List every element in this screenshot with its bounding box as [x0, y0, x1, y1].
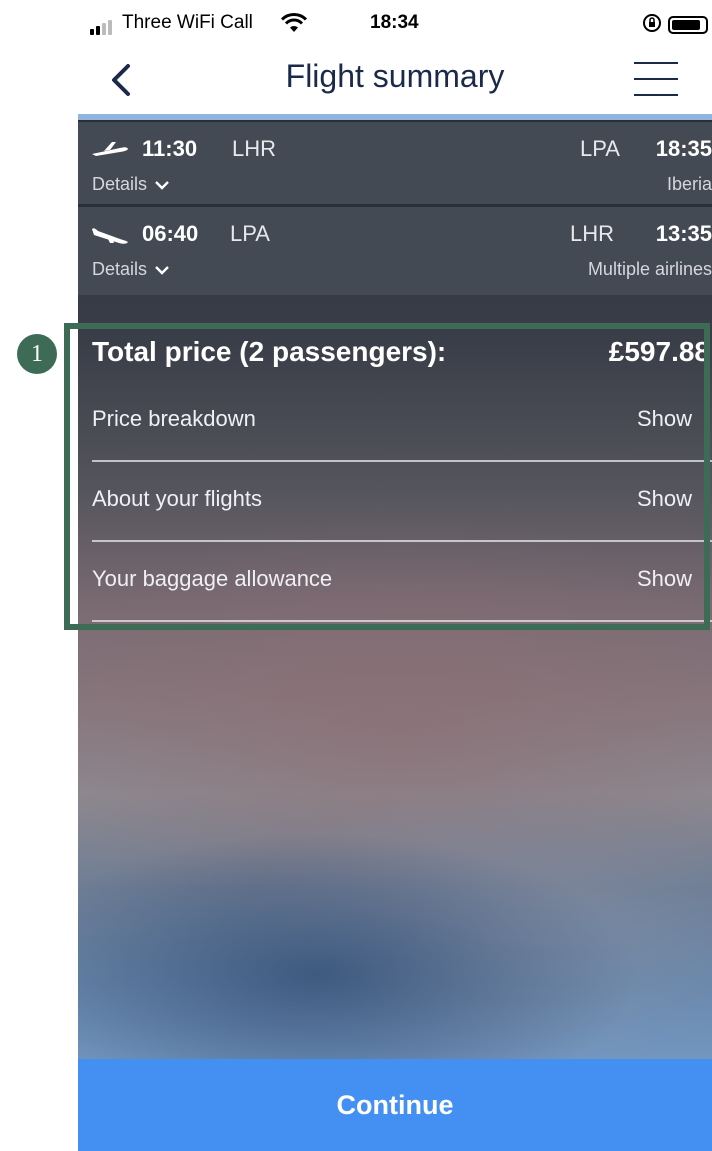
annotation-marker: 1 [17, 334, 57, 374]
arrival-airport: LHR [570, 221, 615, 246]
flight-row-outbound[interactable]: 11:30 LHR LPA 18:35 Details Iberia [78, 122, 712, 204]
arrival-plane-icon [92, 228, 128, 244]
chevron-down-icon [155, 266, 169, 275]
wifi-icon [281, 13, 307, 32]
arrival-time: 13:35 [655, 221, 712, 246]
annotation-highlight-box [64, 323, 710, 630]
departure-time: 11:30 [142, 136, 198, 161]
chevron-down-icon [155, 181, 169, 190]
nav-header: Flight summary [78, 48, 712, 114]
departure-airport: LPA [230, 221, 270, 246]
airline-name: Iberia [666, 174, 712, 194]
arrival-time: 18:35 [655, 136, 712, 161]
status-bar: Three WiFi Call 18:34 [78, 0, 712, 48]
page-title: Flight summary [285, 58, 505, 94]
flight-row-return[interactable]: 06:40 LPA LHR 13:35 Details Multiple air… [78, 207, 712, 295]
arrival-airport: LPA [580, 136, 620, 161]
continue-button[interactable]: Continue [78, 1059, 712, 1151]
hamburger-menu-icon[interactable] [630, 58, 682, 102]
departure-time: 06:40 [142, 221, 199, 246]
signal-icon [90, 20, 112, 35]
details-label: Details [92, 259, 148, 279]
rotation-lock-icon [643, 14, 661, 32]
departure-airport: LHR [232, 136, 277, 161]
status-time: 18:34 [370, 12, 419, 33]
battery-icon [668, 16, 708, 34]
carrier-name: Three WiFi Call [122, 12, 253, 33]
details-label: Details [92, 174, 148, 194]
details-toggle[interactable]: Details [92, 259, 170, 280]
header-separator [78, 114, 712, 120]
departure-plane-icon [92, 142, 128, 156]
airline-name: Multiple airlines [587, 259, 712, 279]
details-toggle[interactable]: Details [92, 174, 170, 195]
